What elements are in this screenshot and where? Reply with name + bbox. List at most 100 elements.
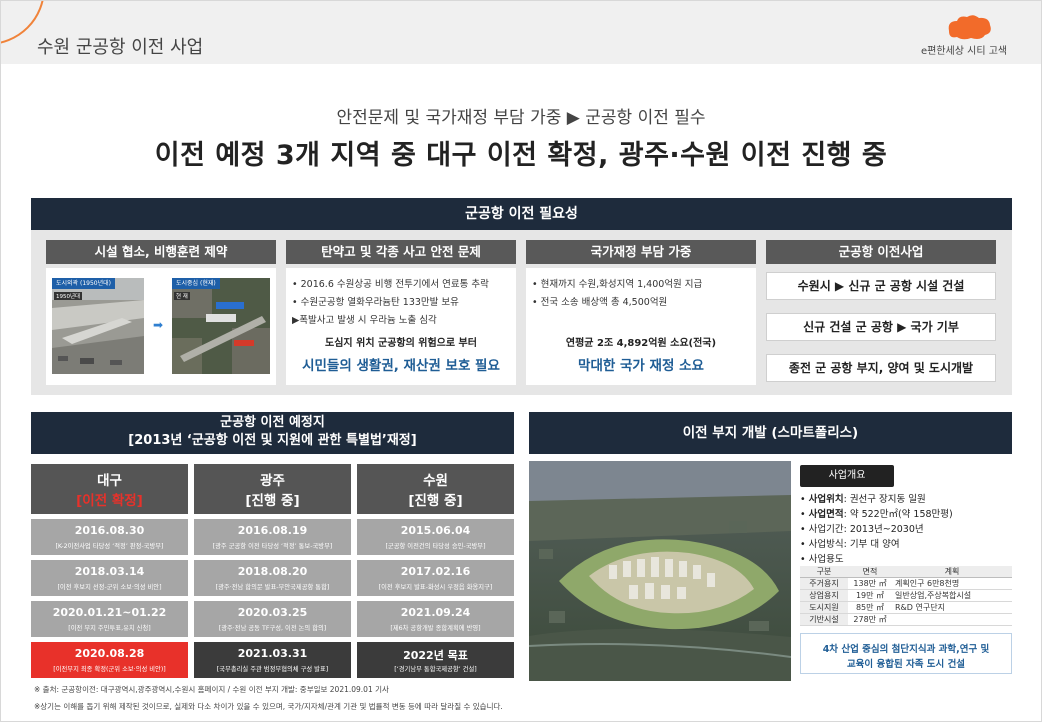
city-status: [진행 중]	[408, 493, 463, 509]
overview-value: : 권선구 장지동 일원	[843, 494, 926, 505]
timeline-item: 2021.09.24 [제6차 공항개발 종합계획에 반영]	[357, 601, 514, 637]
overview-item: • 사업위치: 권선구 장지동 일원	[800, 494, 926, 505]
header-bar: 수원 군공항 이전 사업 e편한세상 시티 고색	[1, 1, 1041, 64]
timeline-item: 2020.03.25 [광주·전남 공동 TF구성, 이전 논의 합의]	[194, 601, 351, 637]
necessity-col-facility: 시설 협소, 비행훈련 제약 도시외곽 (1950년대) 1950년대 ➡ 도시…	[46, 240, 276, 385]
photo-current: 도시중심 (현재) 현 재	[172, 278, 270, 374]
table-header: 계획	[892, 566, 1012, 578]
timeline-date: 2017.02.16	[400, 565, 471, 578]
table-cell: R&D 연구단지	[892, 601, 1012, 614]
timeline-date: 2018.03.14	[74, 565, 145, 578]
bullet-item: ▶폭발사고 발생 시 우라늄 노출 심각	[292, 315, 437, 326]
overview-item: • 사업용도	[800, 554, 844, 565]
timeline-item: 2018.08.20 [광주·전남 합의문 발표-무안국제공항 통합]	[194, 560, 351, 596]
aerial-render-image	[529, 461, 791, 681]
overview-key: 사업기간	[808, 524, 844, 535]
headline: 이전 예정 3개 지역 중 대구 이전 확정, 광주·수원 이전 진행 중	[154, 140, 888, 171]
table-row: 주거용지 138만 ㎡ 계획인구 6만8천명	[800, 577, 1012, 590]
overview-item: • 사업방식: 기부 대 양여	[800, 539, 900, 550]
photo-1950s-inset: 1950년대	[54, 292, 83, 300]
city-suwon: 수원 [진행 중]	[357, 464, 514, 514]
timeline-event: [국무총리실 주관 범정부협의체 구성 발표]	[216, 666, 329, 673]
col-title: 탄약고 및 각종 사고 안전 문제	[286, 240, 516, 264]
timeline-event: [이전 후보지 선정-군위 소보·의성 비안]	[57, 584, 162, 591]
bullet-item: • 수원군공항 열화우라늄탄 133만발 보유	[292, 297, 459, 308]
timeline-date: 2020.03.25	[237, 606, 308, 619]
necessity-col-safety: 탄약고 및 각종 사고 안전 문제 • 2016.6 수원상공 비행 전투기에서…	[286, 240, 516, 385]
overview-key: 사업위치	[808, 494, 844, 505]
table-cell: 기반시설	[800, 613, 848, 626]
photo-1950s-label: 도시외곽 (1950년대)	[52, 278, 115, 289]
timeline-event: [이전 부지 주민투표,유치 신청]	[68, 625, 151, 632]
brand-name: e편한세상 시티 고색	[921, 46, 1008, 57]
city-status: [이전 확정]	[76, 493, 143, 509]
necessity-col-finance: 국가재정 부담 가중 • 현재까지 수원,화성지역 1,400억원 지급 • 전…	[526, 240, 756, 385]
city-status: [진행 중]	[245, 493, 300, 509]
city-name: 대구	[97, 473, 122, 489]
col-title: 국가재정 부담 가중	[526, 240, 756, 264]
overview-value: : 약 522만㎡(약 158만평)	[843, 509, 953, 520]
subtitle: 안전문제 및 국가재정 부담 가중 ▶ 군공항 이전 필수	[336, 108, 706, 128]
timeline-date: 2018.08.20	[237, 565, 308, 578]
timeline-date: 2015.06.04	[400, 524, 471, 537]
table-header-row: 구분 면적 계획	[800, 566, 1012, 578]
timeline-item: 2015.06.04 [군공항 이전건의 타당성 승인-국방부]	[357, 519, 514, 555]
timeline-date: 2020.08.28	[74, 647, 145, 660]
overview-key: 사업용도	[808, 554, 844, 565]
bullet-item: • 전국 소송 배상액 총 4,500억원	[532, 297, 668, 308]
timeline-item: 2016.08.19 [광주 군공항 이전 타당성 ‘적정’ 통보-국방부]	[194, 519, 351, 555]
table-cell: 일반상업,주상복합시설	[892, 589, 1012, 602]
schedule-title-line1: 군공항 이전 예정지	[220, 415, 325, 430]
timeline-item: 2017.02.16 [이전 후보지 발표-화성시 우정읍 화옹지구]	[357, 560, 514, 596]
table-cell	[892, 613, 1012, 626]
emphasis-text: 연평균 2조 4,892억원 소요(전국)	[565, 338, 717, 349]
photo-1950s: 도시외곽 (1950년대) 1950년대	[52, 278, 144, 374]
table-cell: 주거용지	[800, 577, 848, 590]
col-body: 도시외곽 (1950년대) 1950년대 ➡ 도시중심 (현재) 현 재	[46, 268, 276, 385]
timeline-date: 2016.08.30	[74, 524, 145, 537]
necessity-title: 군공항 이전 필요성	[31, 198, 1012, 230]
photo-current-label: 도시중심 (현재)	[172, 278, 220, 289]
overview-item: • 사업면적: 약 522만㎡(약 158만평)	[800, 509, 953, 520]
overview-value: : 2013년~2030년	[843, 524, 924, 535]
timeline-event: [광주·전남 합의문 발표-무안국제공항 통합]	[215, 584, 330, 591]
overview-key: 사업방식	[808, 539, 844, 550]
city-daegu: 대구 [이전 확정]	[31, 464, 188, 514]
arrow-right-icon: ➡	[153, 318, 164, 332]
col-title: 시설 협소, 비행훈련 제약	[46, 240, 276, 264]
timeline-date: 2021.03.31	[237, 647, 308, 660]
overview-value: : 기부 대 양여	[843, 539, 900, 550]
col-body: • 현재까지 수원,화성지역 1,400억원 지급 • 전국 소송 배상액 총 …	[526, 268, 756, 385]
photo-current-inset: 현 재	[174, 292, 190, 300]
timeline-event: [이전부지 최종 확정(군위 소보·의성 비안)]	[53, 666, 166, 673]
table-header: 구분	[800, 566, 848, 578]
timeline-item-latest: 2021.03.31 [국무총리실 주관 범정부협의체 구성 발표]	[194, 642, 351, 678]
bullet-item: • 2016.6 수원상공 비행 전투기에서 연료통 추락	[292, 279, 489, 290]
table-row: 상업용지 19만 ㎡ 일반상업,주상복합시설	[800, 589, 1012, 602]
schedule-title: 군공항 이전 예정지 [2013년 ‘군공항 이전 및 지원에 관한 특별법’재…	[31, 412, 514, 454]
disclaimer-note: ※상기는 이해를 돕기 위해 제작된 것이므로, 실제와 다소 차이가 있을 수…	[34, 702, 503, 711]
project-step-1: 수원시 ▶ 신규 군 공항 시설 건설	[766, 272, 996, 300]
table-cell: 278만 ㎡	[848, 613, 892, 626]
land-use-table: 구분 면적 계획 주거용지 138만 ㎡ 계획인구 6만8천명 상업용지 19만…	[800, 566, 1012, 626]
emphasis-blue-text: 막대한 국가 재정 소요	[578, 358, 704, 374]
timeline-date: 2020.01.21~01.22	[52, 606, 167, 619]
emphasis-blue-text: 시민들의 생활권, 재산권 보호 필요	[302, 358, 500, 374]
source-note: ※ 출처: 군공항이전: 대구광역시,광주광역시,수원시 홈페이지 / 수원 이…	[34, 685, 389, 694]
table-cell: 85만 ㎡	[848, 601, 892, 614]
overview-badge: 사업개요	[800, 465, 894, 487]
necessity-col-project: 군공항 이전사업 수원시 ▶ 신규 군 공항 시설 건설 신규 건설 군 공항 …	[766, 240, 996, 385]
timeline-event: [광주 군공항 이전 타당성 ‘적정’ 통보-국방부]	[212, 543, 333, 550]
city-name: 광주	[260, 473, 285, 489]
vision-note-line1: 4차 산업 중심의 첨단지식과 과학,연구 및	[822, 644, 990, 655]
necessity-section: 군공항 이전 필요성 시설 협소, 비행훈련 제약 도시외곽 (1950년대) …	[31, 198, 1012, 395]
timeline-date: 2022년 목표	[403, 649, 468, 662]
timeline-event: [제6차 공항개발 종합계획에 반영]	[390, 625, 481, 632]
vision-note-box: 4차 산업 중심의 첨단지식과 과학,연구 및 교육이 융합된 자족 도시 건설	[800, 633, 1012, 674]
page-title: 수원 군공항 이전 사업	[37, 37, 204, 58]
timeline-event: [이전 후보지 발표-화성시 우정읍 화옹지구]	[378, 584, 493, 591]
timeline-item-target: 2022년 목표 [‘경기남부 통합국제공항’ 건설]	[357, 642, 514, 678]
development-title: 이전 부지 개발 (스마트폴리스)	[529, 412, 1012, 454]
timeline-event: [광주·전남 공동 TF구성, 이전 논의 합의]	[218, 625, 327, 632]
project-step-3: 종전 군 공항 부지, 양여 및 도시개발	[766, 354, 996, 382]
